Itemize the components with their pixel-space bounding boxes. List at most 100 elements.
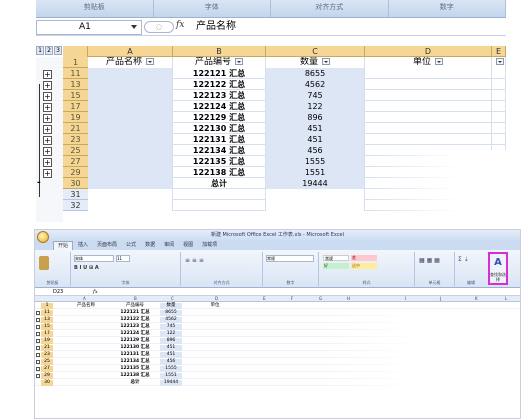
cell[interactable]	[492, 68, 506, 79]
cell[interactable]: 896	[160, 338, 182, 344]
cell[interactable]: 总计	[173, 178, 266, 189]
filter-dropdown-icon[interactable]	[435, 58, 443, 65]
cells-icons[interactable]: ▦ ▦ ▦	[419, 257, 440, 264]
cell[interactable]	[365, 90, 492, 101]
expand-icon[interactable]	[36, 346, 40, 350]
cell[interactable]: 122122 汇总	[115, 317, 155, 323]
column-header-l[interactable]: L	[505, 296, 507, 302]
expand-icon[interactable]	[36, 374, 40, 378]
cell[interactable]: 122130 汇总	[115, 345, 155, 351]
cell[interactable]: 122124 汇总	[173, 101, 266, 112]
select-all-corner[interactable]	[63, 46, 88, 57]
column-header-i[interactable]: I	[405, 296, 406, 302]
cell[interactable]	[365, 134, 492, 145]
row-header[interactable]: 17	[63, 101, 88, 112]
filter-dropdown-icon[interactable]	[495, 58, 504, 65]
tab-page-layout[interactable]: 页面布局	[93, 241, 121, 250]
cell[interactable]	[173, 189, 266, 200]
style-bad[interactable]: 差	[351, 255, 377, 261]
tab-insert[interactable]: 插入	[74, 241, 92, 250]
cell[interactable]	[492, 112, 506, 123]
expand-icon[interactable]: +	[43, 169, 52, 178]
cell[interactable]	[365, 112, 492, 123]
outline-level-1[interactable]: 1	[36, 46, 44, 55]
row-header[interactable]: 27	[41, 366, 53, 372]
row-header[interactable]: 21	[41, 345, 53, 351]
row-header[interactable]: 23	[63, 134, 88, 145]
cell[interactable]	[492, 79, 506, 90]
row-header[interactable]: 23	[41, 352, 53, 358]
expand-icon[interactable]: +	[43, 147, 52, 156]
cell[interactable]	[492, 90, 506, 101]
cell[interactable]: 122129 汇总	[115, 338, 155, 344]
cell[interactable]: 122135 汇总	[173, 156, 266, 167]
name-box[interactable]: A1	[36, 20, 142, 35]
cell[interactable]: 451	[266, 123, 365, 134]
tab-review[interactable]: 审阅	[160, 241, 178, 250]
cell[interactable]: 产品编号	[115, 303, 155, 309]
number-format-select[interactable]: 常规	[266, 255, 314, 262]
row-header[interactable]: 15	[63, 90, 88, 101]
name-box[interactable]: D23	[53, 288, 63, 296]
tab-addins[interactable]: 加载项	[198, 241, 221, 250]
column-header-e[interactable]: E	[492, 46, 506, 57]
row-header[interactable]: 1	[41, 303, 53, 309]
row-header[interactable]: 29	[41, 373, 53, 379]
cell[interactable]: 451	[160, 345, 182, 351]
expand-icon[interactable]	[36, 360, 40, 364]
cell[interactable]: 1555	[160, 366, 182, 372]
row-header[interactable]: 19	[41, 338, 53, 344]
row-header[interactable]: 32	[63, 200, 88, 211]
row-header[interactable]: 29	[63, 167, 88, 178]
row-header[interactable]: 30	[63, 178, 88, 189]
filter-dropdown-icon[interactable]	[146, 58, 154, 65]
cell[interactable]	[365, 68, 492, 79]
cell[interactable]: 单位	[365, 57, 492, 68]
style-good[interactable]: 好	[323, 263, 349, 269]
cell[interactable]	[88, 79, 173, 90]
align-icons[interactable]: ≡ ≡ ≡	[185, 257, 204, 264]
cell[interactable]: 451	[266, 134, 365, 145]
expand-icon[interactable]	[36, 339, 40, 343]
row-header[interactable]: 17	[41, 331, 53, 337]
cell[interactable]	[88, 68, 173, 79]
function-icon[interactable]: fx	[93, 288, 98, 296]
sum-icon[interactable]: Σ ⇣	[458, 256, 469, 263]
column-header-k[interactable]: K	[475, 296, 478, 302]
filter-dropdown-icon[interactable]	[322, 58, 330, 65]
expand-icon[interactable]: +	[43, 158, 52, 167]
row-header[interactable]: 31	[63, 189, 88, 200]
cell[interactable]: 122124 汇总	[115, 331, 155, 337]
ribbon-group-number[interactable]: 数字	[389, 0, 506, 17]
cell[interactable]: 数量	[160, 303, 182, 309]
column-header-d[interactable]: D	[215, 296, 218, 302]
row-header[interactable]: 19	[63, 112, 88, 123]
row-header[interactable]: 27	[63, 156, 88, 167]
cell[interactable]: 122135 汇总	[115, 366, 155, 372]
cell[interactable]: 产品名称	[88, 57, 173, 68]
cell[interactable]: 4562	[266, 79, 365, 90]
column-header-f[interactable]: F	[291, 296, 293, 302]
filter-dropdown-icon[interactable]	[235, 58, 243, 65]
cell[interactable]: 1551	[266, 167, 365, 178]
column-header-h[interactable]: H	[347, 296, 350, 302]
expand-icon[interactable]	[36, 353, 40, 357]
cell[interactable]: 896	[266, 112, 365, 123]
font-name-select[interactable]: 宋体	[74, 255, 114, 262]
cell[interactable]	[88, 101, 173, 112]
ribbon-group-font[interactable]: 字体	[154, 0, 271, 17]
cell[interactable]	[266, 189, 365, 200]
cell[interactable]	[88, 90, 173, 101]
cell[interactable]: 122123 汇总	[115, 324, 155, 330]
function-icon[interactable]: fx	[176, 20, 184, 30]
cell[interactable]: 451	[160, 352, 182, 358]
cell[interactable]: 122123 汇总	[173, 90, 266, 101]
cell[interactable]: 745	[160, 324, 182, 330]
style-neutral[interactable]: 适中	[351, 263, 377, 269]
column-header-e[interactable]: E	[263, 296, 266, 302]
expand-icon[interactable]: +	[43, 81, 52, 90]
find-select-button[interactable]: A 查找和选择	[488, 252, 508, 285]
cell[interactable]	[365, 79, 492, 90]
cell[interactable]: 122121 汇总	[115, 310, 155, 316]
cell[interactable]	[88, 178, 173, 189]
